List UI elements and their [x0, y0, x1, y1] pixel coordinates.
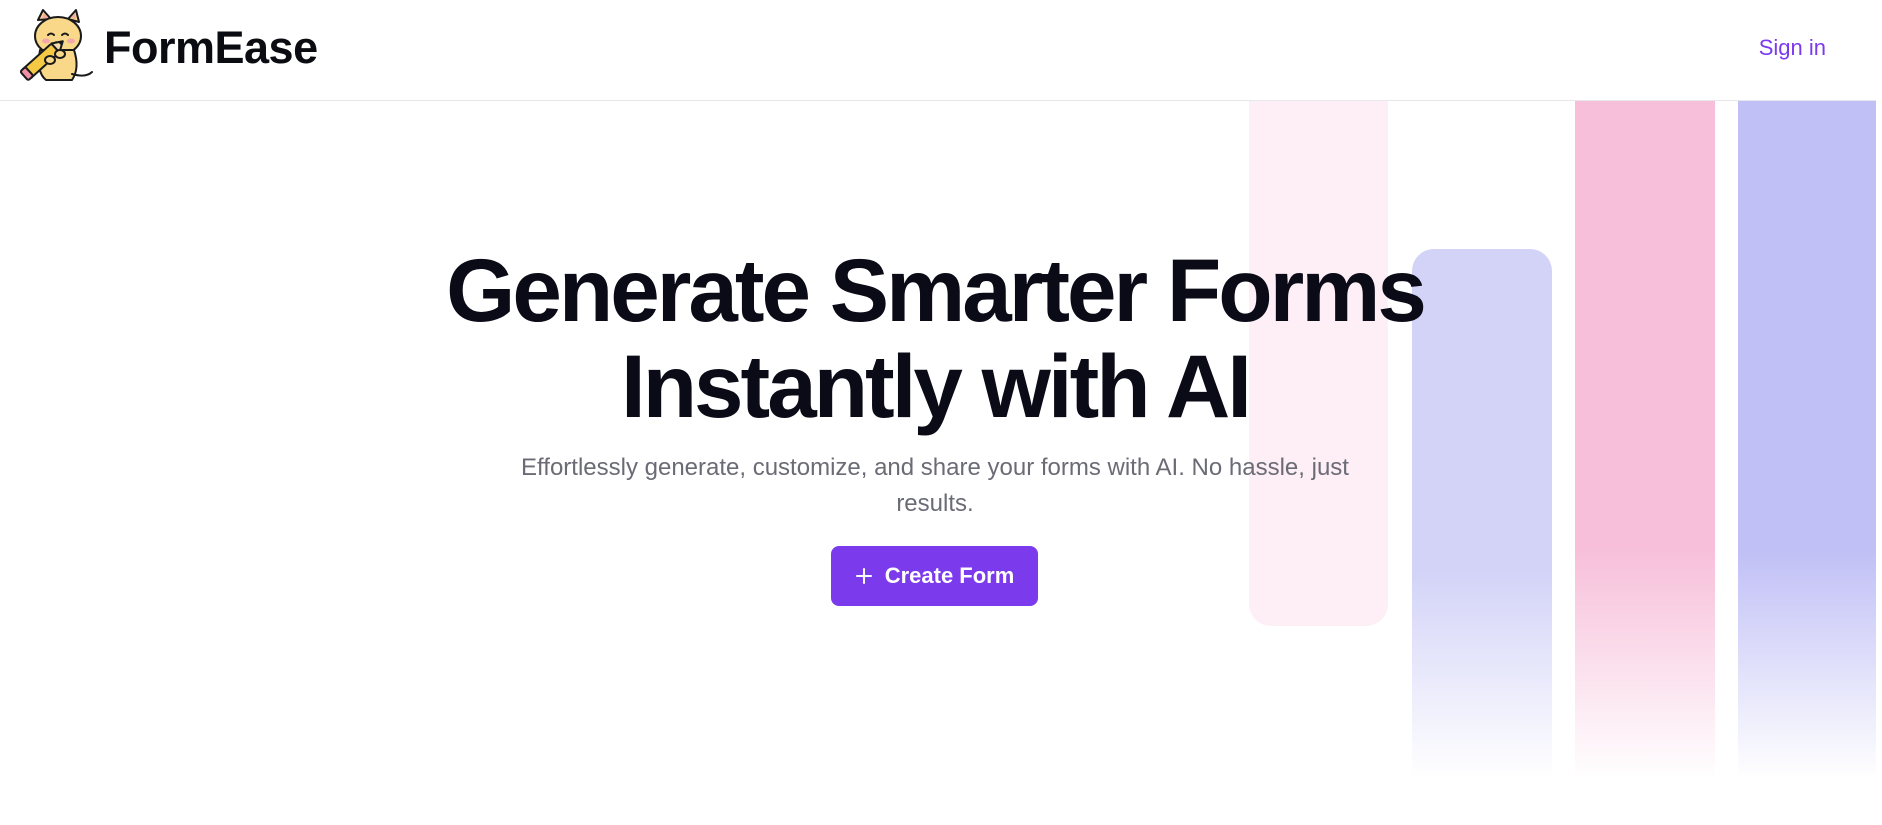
create-form-button[interactable]: Create Form	[831, 546, 1038, 606]
plus-icon	[855, 568, 872, 584]
hero-subtitle: Effortlessly generate, customize, and sh…	[521, 454, 1349, 517]
hero-title-line-1: Generate Smarter Forms	[446, 240, 1427, 340]
decorative-bar-pink	[1575, 101, 1715, 779]
window-edge	[1876, 0, 1882, 825]
hero-title: Generate Smarter Forms Instantly with AI	[335, 242, 1535, 434]
hero-title-line-2: Instantly with AI	[620, 336, 1252, 436]
create-form-label: Create Form	[884, 563, 1015, 588]
decorative-bar-periwinkle	[1738, 101, 1876, 779]
cat-with-pencil-logo-icon[interactable]	[16, 8, 94, 88]
brand-name[interactable]: FormEase	[104, 22, 318, 74]
site-header: FormEase Sign in	[0, 0, 1876, 101]
sign-in-link[interactable]: Sign in	[1759, 34, 1826, 62]
landing-page: FormEase Sign in Generate Smarter Forms …	[0, 0, 1882, 825]
